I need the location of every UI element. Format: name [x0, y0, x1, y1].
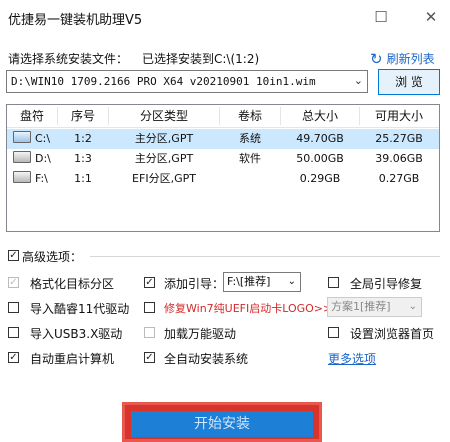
auto-install-checkbox[interactable]: ✓ [144, 352, 155, 363]
boot-partition-value: F:\[推荐] [227, 275, 271, 288]
window-title: 优捷易一键装机助理V5 [8, 13, 143, 28]
drive-icon [13, 171, 31, 183]
import-11th-driver-checkbox[interactable] [8, 302, 19, 313]
type-cell: 主分区,GPT [134, 152, 194, 165]
boot-partition-select[interactable]: F:\[推荐] ⌄ [223, 272, 301, 292]
set-homepage-label: 设置浏览器首页 [350, 327, 435, 341]
auto-restart-label: 自动重启计算机 [30, 352, 115, 366]
total-cell: 49.70GB [296, 132, 344, 145]
index-cell: 1:3 [74, 152, 92, 165]
format-target-label: 格式化目标分区 [30, 277, 115, 291]
load-universal-driver-checkbox[interactable] [144, 327, 155, 338]
column-header-index[interactable]: 序号 [58, 105, 108, 127]
free-cell: 0.27GB [378, 172, 420, 185]
win7-fix-scheme-value: 方案1[推荐] [331, 300, 391, 313]
column-header-type[interactable]: 分区类型 [109, 105, 219, 127]
partition-list-header: 盘符 序号 分区类型 卷标 总大小 可用大小 [7, 105, 439, 128]
label-cell [220, 169, 280, 189]
set-homepage-checkbox[interactable] [328, 327, 339, 338]
global-boot-fix-label: 全局引导修复 [350, 277, 423, 291]
chevron-down-icon: ⌄ [353, 74, 363, 87]
total-cell: 50.00GB [296, 152, 344, 165]
fix-win7-checkbox[interactable] [144, 302, 155, 313]
free-cell: 39.06GB [375, 152, 423, 165]
index-cell: 1:2 [74, 132, 92, 145]
title-bar: 优捷易一键装机助理V5 ☐ ✕ [0, 0, 450, 38]
windows-drive-icon [13, 131, 31, 143]
chevron-down-icon: ⌄ [287, 276, 296, 287]
advanced-options-checkbox[interactable]: ✓ [8, 250, 19, 261]
install-target-status: 已选择安装到C:\(1:2) [142, 52, 260, 66]
drive-cell: F:\ [7, 169, 63, 189]
auto-restart-checkbox[interactable]: ✓ [8, 352, 19, 363]
label-cell: 软件 [239, 152, 261, 165]
browse-button[interactable]: 浏 览 [378, 69, 440, 95]
type-cell: 主分区,GPT [134, 132, 194, 145]
partition-list[interactable]: 盘符 序号 分区类型 卷标 总大小 可用大小 C:\ 1:2 主分区,GPT 系… [6, 104, 440, 232]
table-row[interactable]: F:\ 1:1 EFI分区,GPT 0.29GB 0.27GB [7, 169, 439, 189]
import-usb3-label: 导入USB3.X驱动 [30, 327, 123, 341]
auto-install-label: 全自动安装系统 [164, 352, 249, 366]
label-cell: 系统 [239, 132, 261, 145]
maximize-icon: ☐ [374, 8, 388, 26]
refresh-list-label: 刷新列表 [386, 52, 435, 66]
drive-icon [13, 151, 31, 163]
drive-cell: C:\ [7, 129, 63, 149]
import-11th-driver-label: 导入酷睿11代驱动 [30, 302, 130, 316]
import-usb3-checkbox[interactable] [8, 327, 19, 338]
maximize-button[interactable]: ☐ [370, 6, 392, 28]
drive-letter: F:\ [35, 172, 48, 185]
drive-cell: D:\ [7, 149, 63, 169]
type-cell: EFI分区,GPT [132, 172, 196, 185]
fix-win7-label: 修复Win7纯UEFI启动卡LOGO>> [164, 302, 333, 315]
add-boot-label: 添加引导： [164, 277, 225, 291]
index-cell: 1:1 [74, 172, 92, 185]
table-row[interactable]: D:\ 1:3 主分区,GPT 软件 50.00GB 39.06GB [7, 149, 439, 169]
table-row[interactable]: C:\ 1:2 主分区,GPT 系统 49.70GB 25.27GB [7, 129, 439, 149]
drive-letter: D:\ [35, 152, 51, 165]
win7-fix-scheme-select[interactable]: 方案1[推荐] ⌄ [327, 297, 422, 317]
global-boot-fix-checkbox[interactable] [328, 277, 339, 288]
add-boot-checkbox[interactable]: ✓ [144, 277, 155, 288]
column-header-total[interactable]: 总大小 [281, 105, 359, 127]
load-universal-driver-label: 加载万能驱动 [164, 327, 237, 341]
install-file-prompt: 请选择系统安装文件： [8, 52, 129, 66]
column-header-label[interactable]: 卷标 [220, 105, 280, 127]
refresh-list-button[interactable]: ↻ 刷新列表 [370, 50, 435, 68]
image-path-select[interactable]: D:\WIN10 1709.2166 PRO X64 v20210901 10i… [6, 70, 368, 93]
drive-letter: C:\ [35, 132, 51, 145]
advanced-divider [90, 256, 440, 257]
free-cell: 25.27GB [375, 132, 423, 145]
more-options-link[interactable]: 更多选项 [328, 350, 376, 367]
column-header-free[interactable]: 可用大小 [360, 105, 438, 127]
refresh-icon: ↻ [370, 50, 383, 68]
image-path-value: D:\WIN10 1709.2166 PRO X64 v20210901 10i… [11, 75, 316, 88]
start-install-label: 开始安装 [131, 411, 313, 437]
start-install-button[interactable]: 开始安装 [122, 402, 322, 442]
advanced-options-label: 高级选项： [22, 250, 83, 264]
column-header-drive[interactable]: 盘符 [7, 105, 57, 127]
chevron-down-icon: ⌄ [408, 301, 417, 312]
close-icon: ✕ [424, 8, 438, 26]
format-target-checkbox[interactable]: ✓ [8, 277, 19, 288]
close-button[interactable]: ✕ [420, 6, 442, 28]
total-cell: 0.29GB [299, 172, 341, 185]
